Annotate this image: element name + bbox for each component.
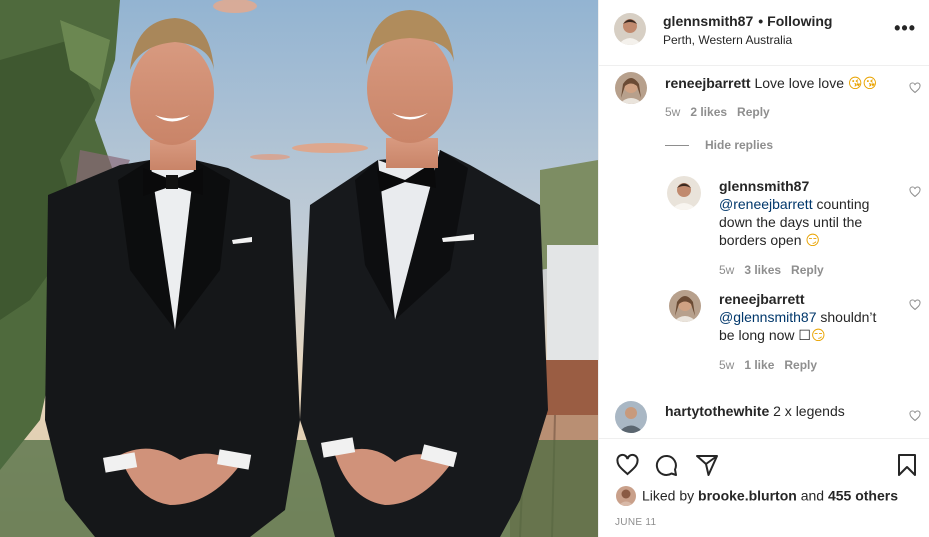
reply-username[interactable]: reneejbarrett <box>719 291 805 307</box>
reply-like-heart-icon[interactable] <box>909 186 921 198</box>
comment-body: reneejbarrett Love love love 😘😘 <box>665 74 915 93</box>
reply-button[interactable]: Reply <box>791 263 824 277</box>
heart-icon[interactable] <box>615 453 640 477</box>
comment-icon[interactable] <box>654 453 679 477</box>
commenter-avatar[interactable] <box>615 401 647 433</box>
post-actions: Liked by brooke.blurton and 455 others J… <box>599 438 929 537</box>
more-options-icon[interactable]: ••• <box>894 18 916 39</box>
hide-replies-line <box>665 145 689 147</box>
likes-connector: and <box>800 487 825 504</box>
reply-mention[interactable]: @glennsmith87 <box>719 309 817 325</box>
reply-mention[interactable]: @reneejbarrett <box>719 196 813 212</box>
reply-meta: 5w 3 likes Reply <box>719 263 824 277</box>
comment-like-heart-icon[interactable] <box>909 410 921 422</box>
comment-likes[interactable]: 2 likes <box>690 105 727 119</box>
reply-age[interactable]: 5w <box>719 263 734 277</box>
bookmark-icon[interactable] <box>897 453 917 477</box>
reply-likes[interactable]: 1 like <box>744 358 774 372</box>
reply-meta: 5w 1 like Reply <box>719 358 817 372</box>
comment-username[interactable]: reneejbarrett <box>665 75 751 91</box>
post-location[interactable]: Perth, Western Australia <box>663 33 792 47</box>
post-photo[interactable] <box>0 0 598 537</box>
share-icon[interactable] <box>695 453 719 477</box>
reply-likes[interactable]: 3 likes <box>744 263 781 277</box>
reply-username[interactable]: glennsmith87 <box>719 178 809 194</box>
liker-avatar[interactable] <box>616 486 636 506</box>
comment-age[interactable]: 5w <box>665 105 680 119</box>
likes-others[interactable]: 455 others <box>828 488 898 504</box>
reply-body: reneejbarrett @glennsmith87 shouldn’t be… <box>719 290 894 345</box>
header-separator: • <box>758 13 764 29</box>
hide-replies-button[interactable]: Hide replies <box>665 138 773 152</box>
following-button[interactable]: Following <box>767 13 832 29</box>
comment-item <box>615 72 647 104</box>
reply-button[interactable]: Reply <box>737 105 770 119</box>
comment-body: hartytothewhite 2 x legends <box>665 402 905 420</box>
reply-avatar[interactable] <box>669 290 701 322</box>
commenter-avatar[interactable] <box>615 72 647 104</box>
comment-text: 2 x legends <box>773 403 845 419</box>
reply-emoji: 😏 <box>810 328 826 344</box>
reply-avatar[interactable] <box>667 176 701 210</box>
comment-emoji: 😘😘 <box>847 76 878 92</box>
author-username-text[interactable]: glennsmith87 <box>663 13 753 29</box>
post-header: glennsmith87 • Following Perth, Western Au… <box>599 0 929 66</box>
comment-like-heart-icon[interactable] <box>909 82 921 94</box>
comments-panel: glennsmith87 • Following Perth, Western Au… <box>598 0 929 537</box>
reply-emoji: 😏 <box>805 233 821 249</box>
post-date[interactable]: JUNE 11 <box>615 517 656 528</box>
reply-body: glennsmith87 @reneejbarrett counting dow… <box>719 177 889 250</box>
reply-age[interactable]: 5w <box>719 358 734 372</box>
likes-summary: Liked by brooke.blurton and 455 others <box>616 486 898 507</box>
likes-prefix: Liked by <box>642 487 695 504</box>
reply-button[interactable]: Reply <box>784 358 817 372</box>
reply-like-heart-icon[interactable] <box>909 299 921 311</box>
comment-meta: 5w 2 likes Reply <box>665 105 770 119</box>
hide-replies-label[interactable]: Hide replies <box>705 138 773 152</box>
author-avatar[interactable] <box>614 13 646 45</box>
comment-username[interactable]: hartytothewhite <box>665 403 769 419</box>
liker-username[interactable]: brooke.blurton <box>698 488 797 504</box>
post-image <box>0 0 598 537</box>
author-username[interactable]: glennsmith87 • Following <box>663 13 832 29</box>
comment-text: Love love love <box>754 75 844 91</box>
